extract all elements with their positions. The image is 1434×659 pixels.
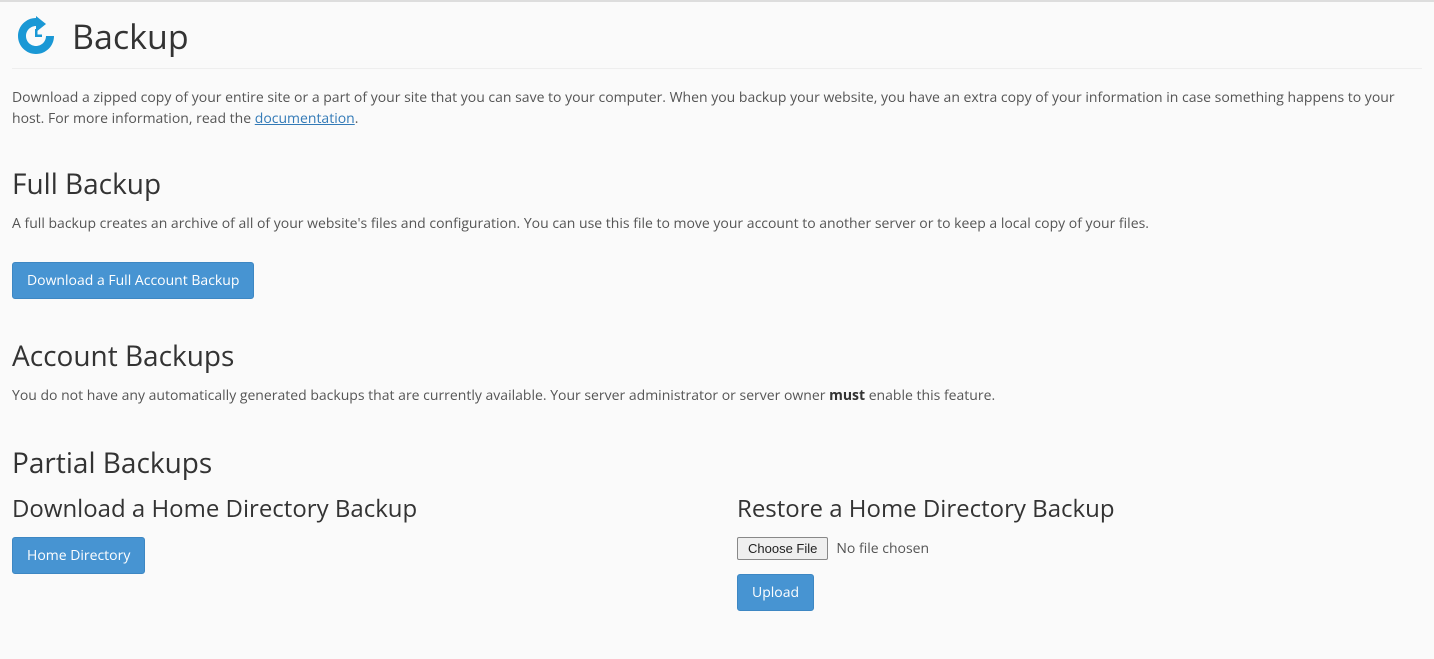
- full-backup-desc: A full backup creates an archive of all …: [12, 213, 1422, 234]
- file-input-row: Choose File No file chosen: [737, 537, 1422, 560]
- page-title: Backup: [72, 13, 189, 59]
- account-backups-desc-strong: must: [829, 386, 865, 405]
- intro-text: Download a zipped copy of your entire si…: [12, 87, 1422, 129]
- download-full-backup-button[interactable]: Download a Full Account Backup: [12, 262, 254, 299]
- documentation-link[interactable]: documentation: [255, 109, 355, 128]
- full-backup-heading: Full Backup: [12, 165, 1422, 203]
- main-container: Backup Download a zipped copy of your en…: [0, 2, 1434, 659]
- account-backups-heading: Account Backups: [12, 337, 1422, 375]
- partial-backups-heading: Partial Backups: [12, 444, 1422, 482]
- file-status-text: No file chosen: [836, 539, 929, 558]
- partial-backups-columns: Download a Home Directory Backup Home Di…: [12, 492, 1422, 611]
- account-backups-section: Account Backups You do not have any auto…: [12, 337, 1422, 406]
- account-backups-desc: You do not have any automatically genera…: [12, 385, 1422, 406]
- full-backup-section: Full Backup A full backup creates an arc…: [12, 165, 1422, 299]
- backup-icon: [12, 12, 60, 60]
- download-home-column: Download a Home Directory Backup Home Di…: [12, 492, 697, 611]
- home-directory-button[interactable]: Home Directory: [12, 537, 145, 574]
- upload-button[interactable]: Upload: [737, 574, 814, 611]
- intro-part2: .: [355, 109, 359, 128]
- account-backups-desc-part2: enable this feature.: [865, 386, 995, 405]
- restore-home-heading: Restore a Home Directory Backup: [737, 492, 1422, 525]
- account-backups-desc-part1: You do not have any automatically genera…: [12, 386, 829, 405]
- restore-home-column: Restore a Home Directory Backup Choose F…: [737, 492, 1422, 611]
- intro-part1: Download a zipped copy of your entire si…: [12, 88, 1395, 128]
- partial-backups-section: Partial Backups Download a Home Director…: [12, 444, 1422, 611]
- choose-file-button[interactable]: Choose File: [737, 537, 828, 560]
- page-header: Backup: [12, 12, 1422, 69]
- download-home-heading: Download a Home Directory Backup: [12, 492, 697, 525]
